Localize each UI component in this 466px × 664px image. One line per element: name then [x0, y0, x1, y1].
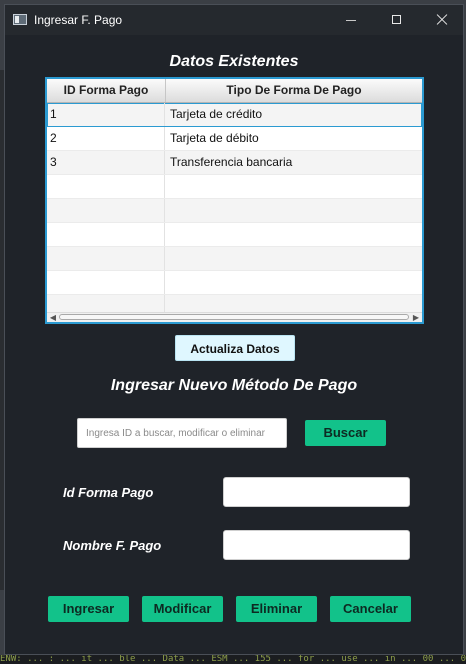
- cell-tipo: [166, 223, 422, 246]
- table-header: ID Forma Pago Tipo De Forma De Pago: [47, 79, 422, 103]
- search-input[interactable]: [77, 418, 287, 448]
- cancelar-button[interactable]: Cancelar: [330, 596, 411, 622]
- buscar-button[interactable]: Buscar: [305, 420, 386, 446]
- table-row[interactable]: 3 Transferencia bancaria: [47, 151, 422, 175]
- column-header-tipo[interactable]: Tipo De Forma De Pago: [166, 79, 422, 102]
- existing-data-title: Datos Existentes: [169, 53, 299, 70]
- scrollbar-thumb[interactable]: [59, 314, 409, 320]
- close-icon[interactable]: [419, 5, 465, 35]
- cell-id: [47, 175, 165, 198]
- cell-id: [47, 247, 165, 270]
- cell-id: [47, 223, 165, 246]
- maximize-icon[interactable]: [374, 5, 420, 35]
- nombre-forma-pago-field[interactable]: [223, 530, 410, 560]
- cell-tipo: Transferencia bancaria: [170, 155, 293, 169]
- table-row[interactable]: 2 Tarjeta de débito: [47, 127, 422, 151]
- cell-id: 1: [47, 103, 165, 126]
- actualiza-datos-button[interactable]: Actualiza Datos: [175, 335, 295, 361]
- table-row[interactable]: 1 Tarjeta de crédito: [47, 103, 422, 127]
- ingresar-button[interactable]: Ingresar: [48, 596, 129, 622]
- cell-id: [47, 271, 165, 294]
- cell-tipo: [166, 199, 422, 222]
- table-row[interactable]: [47, 247, 422, 271]
- scroll-right-icon[interactable]: ▶: [411, 313, 421, 322]
- nombre-forma-pago-label: Nombre F. Pago: [63, 538, 162, 553]
- cell-tipo: Tarjeta de débito: [170, 131, 259, 145]
- table-row[interactable]: [47, 175, 422, 199]
- cell-tipo: Tarjeta de crédito: [170, 107, 263, 121]
- table-body: 1 Tarjeta de crédito 2 Tarjeta de débito…: [47, 103, 422, 319]
- ingresar-forma-pago-window: Ingresar F. Pago Datos Existentes ID For…: [4, 4, 464, 655]
- cell-tipo: [166, 271, 422, 294]
- table-row[interactable]: [47, 271, 422, 295]
- minimize-icon[interactable]: [328, 5, 374, 35]
- horizontal-scrollbar[interactable]: ◀ ▶: [47, 312, 422, 322]
- cell-tipo: [166, 247, 422, 270]
- payment-methods-table[interactable]: ID Forma Pago Tipo De Forma De Pago 1 Ta…: [45, 77, 424, 324]
- cell-id: [47, 199, 165, 222]
- column-header-id[interactable]: ID Forma Pago: [47, 79, 166, 102]
- window-title: Ingresar F. Pago: [34, 13, 123, 27]
- modificar-button[interactable]: Modificar: [142, 596, 223, 622]
- app-icon: [13, 14, 27, 25]
- cell-tipo: [166, 175, 422, 198]
- cell-id: 2: [47, 127, 165, 150]
- id-forma-pago-label: Id Forma Pago: [63, 485, 154, 500]
- eliminar-button[interactable]: Eliminar: [236, 596, 317, 622]
- title-bar[interactable]: Ingresar F. Pago: [5, 5, 463, 35]
- new-method-title: Ingresar Nuevo Método De Pago: [110, 377, 358, 394]
- table-row[interactable]: [47, 223, 422, 247]
- cell-id: 3: [47, 151, 165, 174]
- scroll-left-icon[interactable]: ◀: [48, 313, 58, 322]
- background-console-text: ENW: ... : ... it ... ble ... Data ... E…: [0, 655, 466, 664]
- id-forma-pago-field[interactable]: [223, 477, 410, 507]
- table-row[interactable]: [47, 199, 422, 223]
